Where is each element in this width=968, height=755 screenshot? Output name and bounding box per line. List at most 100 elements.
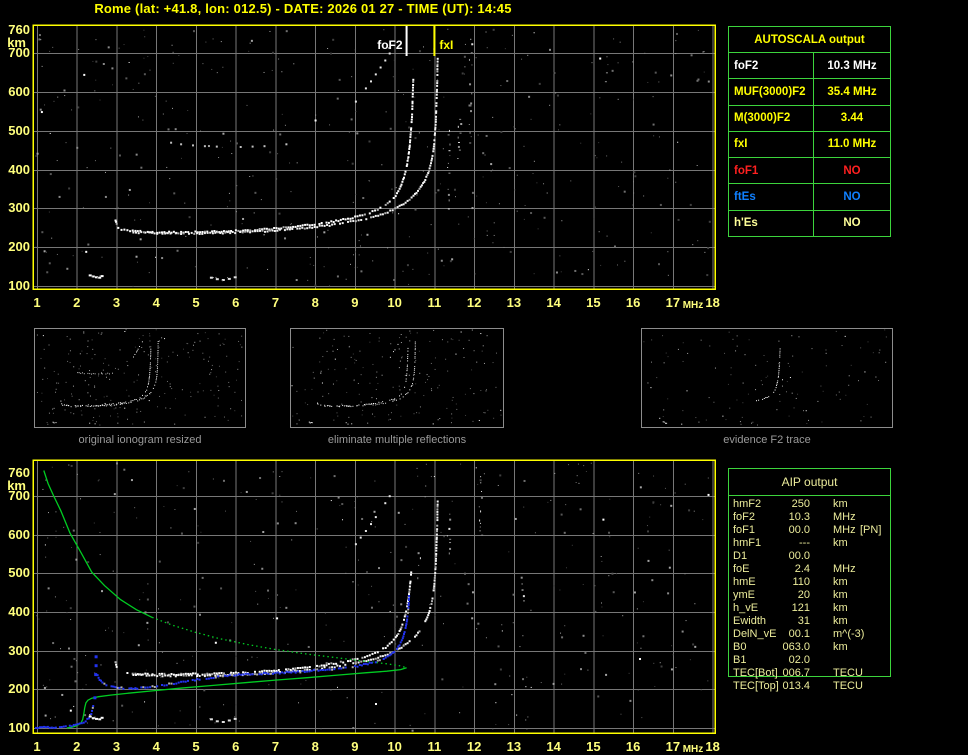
autoscala-row-value: NO xyxy=(813,157,890,184)
thumbnail-eliminate-reflections xyxy=(290,328,504,428)
svg-text:18: 18 xyxy=(705,295,719,310)
autoscala-table: AUTOSCALA output foF2 10.3 MHz MUF(3000)F2… xyxy=(728,26,891,237)
svg-text:600: 600 xyxy=(8,527,30,542)
svg-text:2: 2 xyxy=(73,295,80,310)
svg-text:14: 14 xyxy=(546,295,561,310)
svg-text:7: 7 xyxy=(272,295,279,310)
svg-text:1: 1 xyxy=(33,295,40,310)
svg-text:500: 500 xyxy=(8,565,30,580)
autoscala-row-value: NO xyxy=(813,209,890,236)
svg-text:9: 9 xyxy=(351,739,358,754)
svg-text:MHz: MHz xyxy=(683,300,704,311)
aip-row: foF1 00.0 MHz [PN] xyxy=(733,524,882,536)
foF2-marker: foF2 xyxy=(377,26,408,56)
top-series-second-hop-echo xyxy=(170,141,288,148)
svg-text:15: 15 xyxy=(586,295,600,310)
svg-text:100: 100 xyxy=(8,720,30,735)
aip-row: D1 00.0 xyxy=(733,550,810,562)
autoscala-row-label: h'Es xyxy=(729,209,813,236)
aip-row: h_vE 121 km xyxy=(733,602,848,614)
autoscala-row-value: 35.4 MHz xyxy=(813,78,890,105)
autoscala-row-label: ftEs xyxy=(729,183,813,209)
autoscala-row-label: M(3000)F2 xyxy=(729,104,813,131)
svg-text:1: 1 xyxy=(33,739,40,754)
svg-text:400: 400 xyxy=(8,162,30,177)
bottom-series-profile-topside-solid xyxy=(43,470,153,618)
svg-text:300: 300 xyxy=(8,200,30,215)
aip-row: B1 02.0 xyxy=(733,654,810,666)
aip-row: DelN_vE 00.1 m^(-3) xyxy=(733,628,865,640)
bottom-series-e-echo-b xyxy=(209,716,237,723)
top-ionogram-plot: foF2 fxI760700600500400300200100km1 2 3 4 5 6 7… xyxy=(7,22,720,311)
svg-text:6: 6 xyxy=(232,295,239,310)
bottom-series-restored-trace-e xyxy=(35,705,95,730)
svg-text:5: 5 xyxy=(192,739,199,754)
top-y-axis-labels: 760700600500400300200100km xyxy=(7,22,30,293)
aip-row: B0 063.0 km xyxy=(733,641,848,653)
svg-text:15: 15 xyxy=(586,739,600,754)
svg-text:8: 8 xyxy=(312,739,319,754)
svg-text:10: 10 xyxy=(387,295,401,310)
bottom-y-axis-labels: 760700600500400300200100km xyxy=(7,465,30,735)
svg-text:12: 12 xyxy=(467,739,481,754)
autoscala-row-value: 11.0 MHz xyxy=(813,130,890,158)
svg-text:13: 13 xyxy=(507,739,521,754)
svg-text:2: 2 xyxy=(73,739,80,754)
fxI-marker: fxI xyxy=(433,26,453,56)
svg-text:4: 4 xyxy=(153,295,161,310)
aip-table-title: AIP output xyxy=(781,475,838,489)
top-series-e-echo-a xyxy=(88,274,104,279)
aip-row: Ewidth 31 km xyxy=(733,615,848,627)
bottom-x-axis-labels: 1 2 3 4 5 6 7 8 9 10 11 12 13 14 15 16 17 18MHz xyxy=(33,739,719,755)
thumbnail-original-ionogram xyxy=(34,328,246,428)
svg-text:7: 7 xyxy=(272,739,279,754)
svg-text:200: 200 xyxy=(8,681,30,696)
bottom-series-o-mode-trace xyxy=(114,571,413,676)
svg-text:200: 200 xyxy=(8,239,30,254)
autoscala-row-label: MUF(3000)F2 xyxy=(729,78,813,104)
svg-text:km: km xyxy=(7,35,26,50)
fxI-marker-label: fxI xyxy=(439,38,453,52)
thumbnail-caption-evidence: evidence F2 trace xyxy=(723,434,811,446)
autoscala-row-label: foF2 xyxy=(729,52,813,78)
svg-text:300: 300 xyxy=(8,643,30,658)
top-series-o-mode-trace xyxy=(114,78,415,234)
svg-text:400: 400 xyxy=(8,604,30,619)
autoscala-row-value: 10.3 MHz xyxy=(813,52,890,79)
thumbnail-evidence-f2-image xyxy=(643,329,887,426)
autoscala-row-value: NO xyxy=(813,183,890,210)
thumbnail-caption-original: original ionogram resized xyxy=(78,434,202,446)
thumbnail-caption-eliminate: eliminate multiple reflections xyxy=(327,434,467,446)
svg-text:MHz: MHz xyxy=(683,744,704,755)
top-x-axis-labels: 1 2 3 4 5 6 7 8 9 10 11 12 13 14 15 16 17 18MHz xyxy=(33,295,719,311)
bottom-series-restored-trace-e-asymptote xyxy=(93,655,98,700)
svg-text:11: 11 xyxy=(428,739,442,754)
aip-row: foE 2.4 MHz xyxy=(733,563,856,575)
thumbnail-eliminate-reflections-image xyxy=(291,329,502,425)
svg-text:13: 13 xyxy=(507,295,521,310)
svg-text:9: 9 xyxy=(351,295,358,310)
aip-table-separator xyxy=(728,495,891,496)
autoscala-row-value: 3.44 xyxy=(813,104,890,131)
aip-row: foF2 10.3 MHz xyxy=(733,511,856,523)
aip-row: TEC[Bot] 006.7 TECU xyxy=(733,667,863,679)
svg-text:11: 11 xyxy=(428,295,442,310)
svg-text:10: 10 xyxy=(387,739,401,754)
svg-text:600: 600 xyxy=(8,84,30,99)
aip-row: TEC[Top] 013.4 TECU xyxy=(733,680,863,692)
bottom-series-restored-trace-f xyxy=(96,595,411,690)
aip-row: hmF1 --- km xyxy=(733,537,848,549)
svg-text:8: 8 xyxy=(312,295,319,310)
svg-text:18: 18 xyxy=(705,739,719,754)
bottom-series-x-mode-trace xyxy=(132,500,439,678)
svg-text:14: 14 xyxy=(546,739,561,754)
svg-text:16: 16 xyxy=(626,295,640,310)
svg-text:3: 3 xyxy=(113,295,120,310)
bottom-ionogram-plot: 760700600500400300200100km1 2 3 4 5 6 7 8 9 10 11 1… xyxy=(7,459,720,755)
svg-text:100: 100 xyxy=(8,278,30,293)
svg-text:17: 17 xyxy=(666,295,680,310)
aip-row: ymE 20 km xyxy=(733,589,848,601)
autoscala-row-label: fxI xyxy=(729,130,813,157)
foF2-marker-label: foF2 xyxy=(377,38,403,52)
autoscala-window: Rome (lat: +41.8, lon: 012.5) - DATE: 20… xyxy=(0,0,968,755)
